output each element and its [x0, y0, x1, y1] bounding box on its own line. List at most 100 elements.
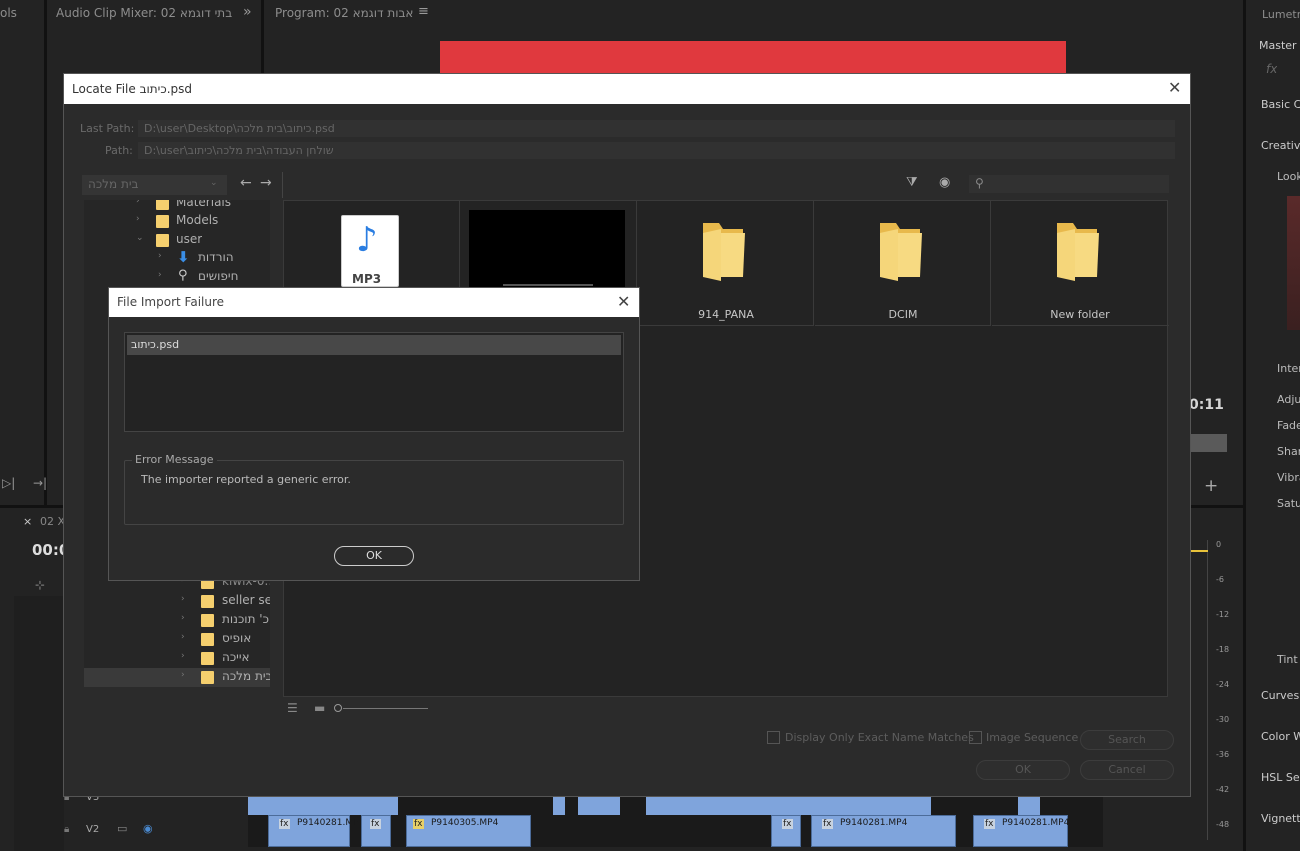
lumetri-creative[interactable]: Creative	[1261, 139, 1300, 152]
ok-button[interactable]: OK	[976, 760, 1070, 780]
clip[interactable]: fx P9140281.MP4	[973, 815, 1069, 847]
audio-clip-mixer-tab[interactable]: Audio Clip Mixer: 02 בתי דוגמא	[56, 6, 232, 20]
error-titlebar[interactable]: File Import Failure ✕	[109, 288, 639, 317]
locate-titlebar[interactable]: Locate File כיתוב.psd ✕	[64, 74, 1190, 104]
fx-icon: fx	[1266, 62, 1278, 76]
tree-item[interactable]: › אייכה	[84, 650, 270, 668]
tree-item[interactable]: › אופיס	[84, 631, 270, 649]
error-message-group: Error Message The importer reported a ge…	[124, 453, 624, 525]
panel-menu-icon[interactable]: ≡	[418, 4, 429, 19]
tree-item[interactable]: › Models	[84, 213, 270, 231]
search-input[interactable]: ⚲	[969, 175, 1169, 193]
close-icon[interactable]: ✕	[1168, 80, 1181, 96]
failed-file-item[interactable]: כיתוב.psd	[127, 335, 621, 355]
chevron-right-icon: ›	[181, 651, 185, 661]
tree-item[interactable]: › Materials	[84, 200, 270, 213]
lumetri-adjustments[interactable]: Adjus	[1277, 393, 1300, 406]
list-view-icon[interactable]: ☰	[287, 701, 298, 715]
search-icon: ⚲	[975, 176, 984, 190]
add-button-icon[interactable]: +	[1204, 476, 1218, 496]
exact-match-checkbox[interactable]	[767, 731, 780, 744]
track-header-strip	[14, 596, 64, 851]
clip-name: P9140281.MP	[297, 818, 359, 828]
meter-tick: -24	[1216, 680, 1230, 689]
tree-item[interactable]: › כ' תוכנות	[84, 612, 270, 630]
chevron-right-icon: ›	[136, 200, 140, 206]
back-arrow-icon[interactable]: ←	[240, 175, 252, 191]
lumetri-basic-correction[interactable]: Basic Co	[1261, 98, 1300, 111]
clip[interactable]: fx P9140281.MP4	[811, 815, 956, 847]
search-icon: ⚲	[178, 268, 188, 283]
scroll-bar[interactable]	[1191, 434, 1227, 452]
path-field[interactable]: D:\user\שולחן העבודה\בית מלכה\כיתוב	[138, 142, 1175, 159]
last-path-label: Last Path:	[80, 122, 135, 135]
audio-meter-scale: 0 -6 -12 -18 -24 -30 -36 -42 -48	[1213, 536, 1237, 836]
sync-icon-v2[interactable]: ▭	[117, 822, 127, 835]
clip[interactable]: fx P9140281.MP	[268, 815, 359, 847]
forward-arrow-icon[interactable]: →	[260, 175, 272, 191]
file-item-folder[interactable]: DCIM	[815, 201, 991, 326]
mp3-file-icon: ♪ MP3	[341, 215, 399, 287]
eye-icon-v2[interactable]: ◉	[143, 822, 153, 835]
file-item-label: DCIM	[888, 308, 918, 321]
image-sequence-checkbox[interactable]	[969, 731, 982, 744]
cancel-button[interactable]: Cancel	[1080, 760, 1174, 780]
lumetri-vibrance[interactable]: Vibra	[1277, 471, 1300, 484]
lumetri-faded-film[interactable]: Fade	[1277, 419, 1300, 432]
last-path-field[interactable]: D:\user\Desktop\כיתוב\בית מלכה.psd	[138, 120, 1175, 137]
tree-item[interactable]: › ⚲ חיפושים	[84, 268, 270, 287]
zoom-slider-handle[interactable]	[334, 704, 342, 712]
tree-item-selected[interactable]: › בית מלכה	[84, 668, 270, 687]
panel-expand-icon[interactable]: »	[243, 4, 252, 20]
lumetri-sharpen[interactable]: Sharp	[1277, 445, 1300, 458]
lumetri-master[interactable]: Master *	[1259, 39, 1300, 52]
lumetri-tint-balance[interactable]: Tint B	[1277, 653, 1300, 666]
close-icon[interactable]: ✕	[617, 294, 630, 310]
filter-icon[interactable]: ⧩	[906, 175, 918, 190]
tree-item-label: user	[176, 232, 203, 246]
fx-badge-icon: fx	[370, 819, 381, 829]
fx-badge-icon: fx	[822, 819, 833, 829]
look-preview[interactable]	[1287, 196, 1300, 330]
goto-out-icon[interactable]: →|	[33, 476, 47, 490]
sequence-tab[interactable]: 02 X	[40, 515, 65, 528]
fx-badge-icon: fx	[413, 819, 424, 829]
tree-item[interactable]: › seller sec	[84, 593, 270, 611]
lumetri-curves[interactable]: Curves	[1261, 689, 1299, 702]
clip[interactable]: fx	[361, 815, 391, 847]
folder-icon	[201, 614, 214, 627]
file-item-folder[interactable]: New folder	[992, 201, 1169, 326]
step-back-icon[interactable]: ▷|	[2, 476, 15, 490]
track-v2-label[interactable]: V2	[86, 824, 99, 835]
zoom-slider-track[interactable]	[343, 708, 428, 709]
location-select-value: בית מלכה	[88, 177, 139, 191]
meter-tick: -6	[1216, 575, 1224, 584]
lumetri-vignette[interactable]: Vignette	[1261, 812, 1300, 825]
chevron-right-icon: ›	[181, 613, 185, 623]
location-select[interactable]: בית מלכה ⌄	[82, 175, 227, 195]
snap-icon[interactable]: ⊹	[35, 578, 45, 592]
sequence-close-icon[interactable]: ×	[23, 515, 32, 528]
clip[interactable]: fx P9140305.MP4	[406, 815, 531, 847]
tree-item-label: כ' תוכנות	[222, 612, 269, 626]
file-item-folder[interactable]: 914_PANA	[638, 201, 814, 326]
search-button[interactable]: Search	[1080, 730, 1174, 750]
clip[interactable]: fx	[771, 815, 801, 847]
program-monitor-tab[interactable]: Program: 02 אבות דוגמא	[275, 6, 413, 20]
lumetri-hsl-secondary[interactable]: HSL Sec	[1261, 771, 1300, 784]
clip-name: P9140305.MP4	[431, 818, 499, 828]
view-options-icon[interactable]: ◉	[939, 175, 950, 190]
ok-button[interactable]: OK	[334, 546, 414, 566]
error-message-label: Error Message	[132, 453, 217, 466]
lumetri-title[interactable]: Lumetri	[1262, 8, 1300, 21]
folder-icon	[156, 200, 169, 210]
audio-meter	[1190, 540, 1208, 840]
folder-icon	[880, 223, 922, 281]
tree-item[interactable]: › ⬇ הורדות	[84, 248, 270, 268]
lumetri-intensity[interactable]: Inten	[1277, 362, 1300, 375]
lumetri-look[interactable]: Look	[1277, 170, 1300, 183]
icon-view-icon[interactable]: ▬	[314, 701, 325, 715]
lumetri-color-wheels[interactable]: Color Wh	[1261, 730, 1300, 743]
lumetri-saturation[interactable]: Satur	[1277, 497, 1300, 510]
lock-icon-v2[interactable]: 🔒︎	[64, 824, 69, 835]
